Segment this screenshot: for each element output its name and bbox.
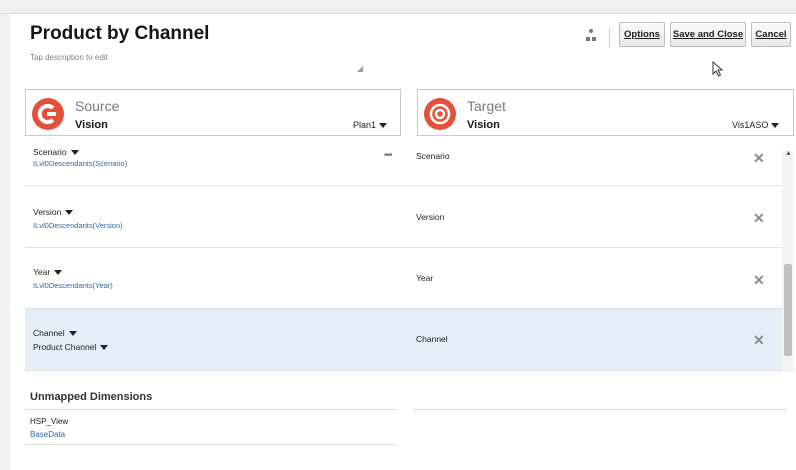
unmapped-dimension[interactable]: HSP_View: [30, 417, 68, 426]
scrollbar-thumb[interactable]: [784, 264, 792, 356]
source-dimension-dropdown[interactable]: Year: [33, 267, 63, 277]
close-x-icon[interactable]: ✕: [753, 210, 765, 227]
resize-handle-icon[interactable]: ◢: [357, 64, 363, 73]
oracle-c-icon: [32, 98, 64, 130]
source-dimension-dropdown[interactable]: Version: [33, 207, 74, 217]
cancel-button[interactable]: Cancel: [751, 22, 791, 47]
target-app-icon: [424, 98, 456, 130]
chevron-down-icon: [68, 330, 77, 336]
chevron-down-icon: [379, 122, 388, 128]
options-button[interactable]: Options: [619, 22, 665, 47]
target-dimension: Year: [416, 273, 434, 283]
chevron-down-icon: [54, 269, 63, 275]
chevron-down-icon: [65, 209, 74, 215]
chevron-down-icon: [100, 344, 109, 350]
mapping-row-channel: Channel Product Channel Channel ✕: [25, 309, 782, 371]
unmapped-member-link[interactable]: BaseData: [30, 430, 65, 439]
unmapped-dimensions-title: Unmapped Dimensions: [30, 391, 153, 403]
source-member-dropdown[interactable]: Product Channel: [33, 342, 109, 352]
mouse-cursor-icon: [712, 61, 724, 77]
source-member-link[interactable]: ILvl0Descendants(Scenario): [33, 159, 127, 168]
chevron-down-icon: [771, 122, 780, 128]
scroll-up-arrow-icon[interactable]: ▲: [785, 150, 792, 157]
source-card: Source Vision Plan1: [25, 89, 401, 136]
close-x-icon[interactable]: ✕: [753, 272, 765, 289]
toolbar-divider: [609, 28, 610, 48]
source-app: Vision: [75, 119, 108, 131]
description-field[interactable]: Tap description to edit: [30, 53, 108, 62]
mapping-row-year: Year ILvl0Descendants(Year) Year ✕: [25, 248, 782, 309]
mapping-row-scenario: Scenario ILvl0Descendants(Scenario) ••• …: [25, 138, 782, 186]
close-x-icon[interactable]: ✕: [753, 150, 765, 167]
source-dimension-dropdown[interactable]: Scenario: [33, 147, 79, 157]
divider: [413, 409, 787, 410]
hierarchy-icon[interactable]: [584, 28, 598, 44]
target-dimension: Version: [416, 212, 445, 222]
target-card: Target Vision Vis1ASO: [417, 89, 794, 136]
top-strip: [0, 0, 796, 14]
target-db-dropdown[interactable]: Vis1ASO: [732, 120, 780, 130]
close-x-icon[interactable]: ✕: [753, 332, 765, 349]
target-dimension: Scenario: [416, 151, 450, 161]
source-member-link[interactable]: ILvl0Descendants(Year): [33, 281, 113, 290]
source-dimension-dropdown[interactable]: Channel: [33, 328, 77, 338]
target-dimension: Channel: [416, 334, 448, 344]
target-app: Vision: [467, 119, 500, 131]
chevron-down-icon: [70, 149, 79, 155]
source-label: Source: [75, 98, 120, 114]
save-and-close-button[interactable]: Save and Close: [670, 22, 746, 47]
mapping-row-version: Version ILvl0Descendants(Version) Versio…: [25, 186, 782, 248]
source-member-link[interactable]: ILvl0Descendants(Version): [33, 221, 123, 230]
source-db-dropdown[interactable]: Plan1: [353, 120, 388, 130]
mapping-panel: Product by Channel Tap description to ed…: [10, 14, 796, 470]
target-label: Target: [467, 98, 506, 114]
divider: [25, 409, 397, 410]
more-ellipsis-icon[interactable]: •••: [384, 150, 392, 161]
page-title: Product by Channel: [30, 23, 210, 44]
divider: [25, 444, 397, 445]
